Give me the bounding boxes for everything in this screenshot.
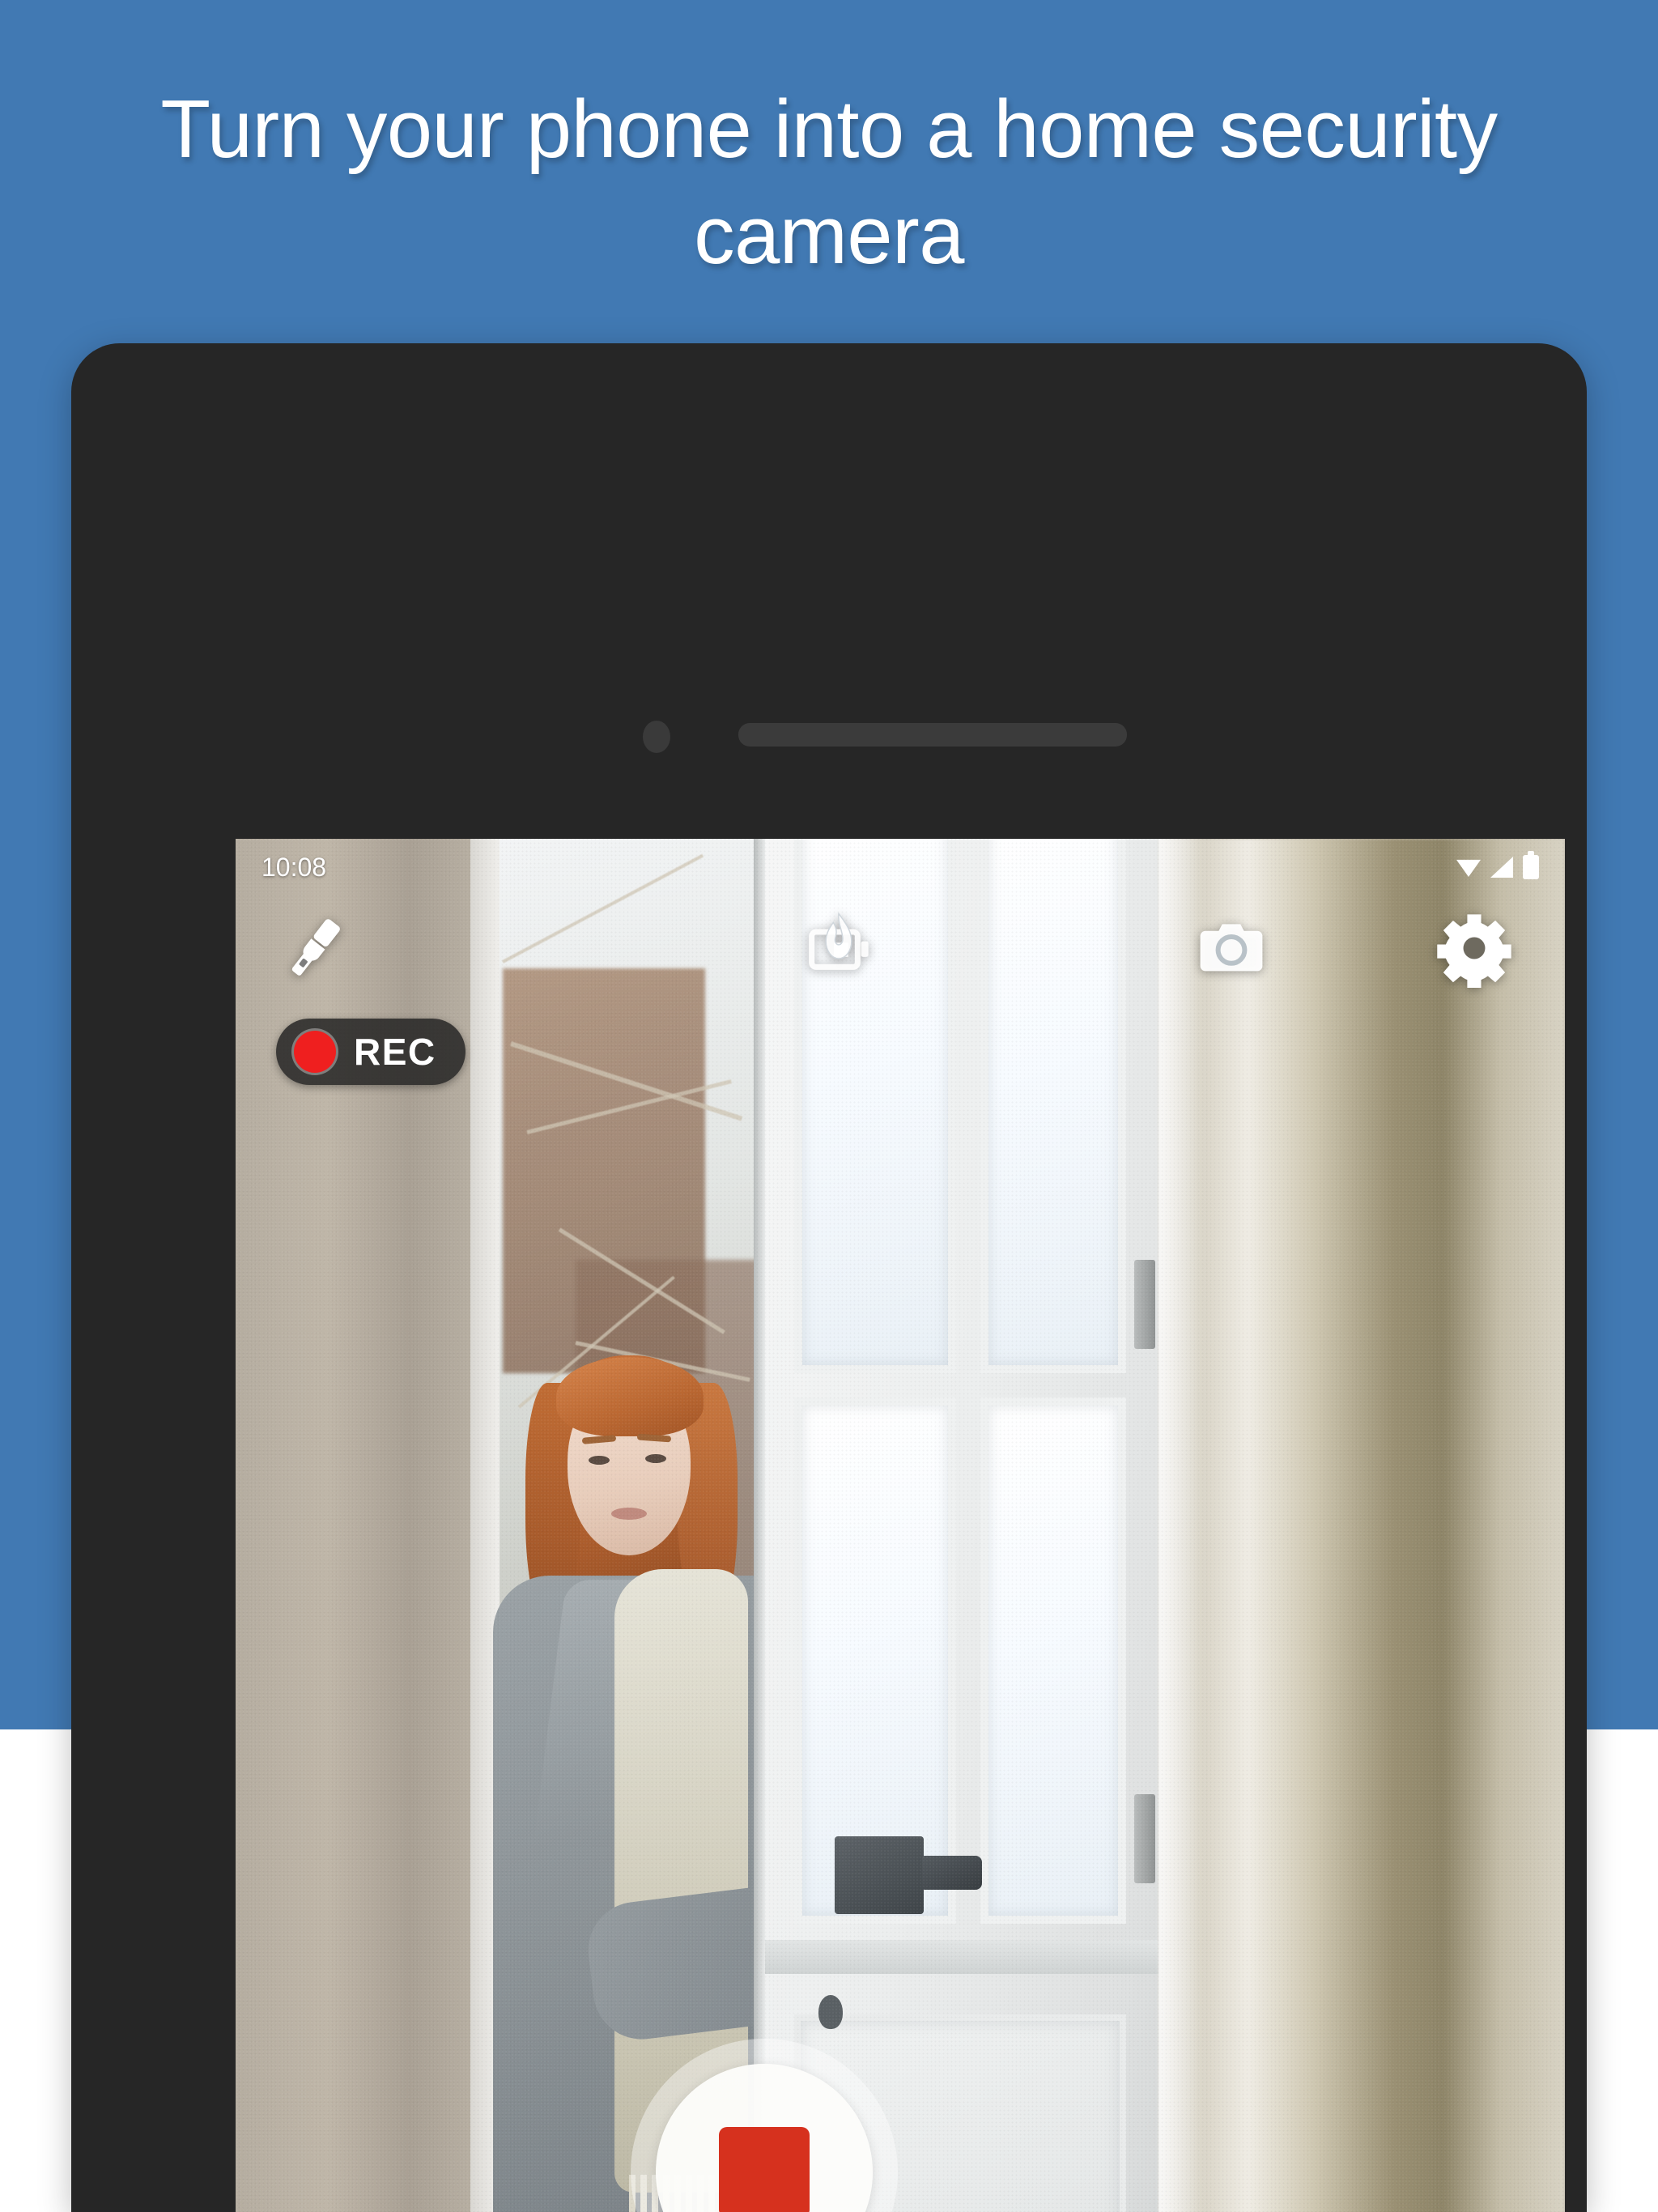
motion-detection-toggle-button[interactable]	[786, 904, 891, 993]
flame-icon	[809, 912, 869, 970]
recording-status-label: REC	[354, 1031, 436, 1073]
recording-status-badge: REC	[276, 1019, 466, 1085]
camera-icon	[1200, 924, 1263, 972]
gear-icon	[1437, 914, 1511, 988]
shutter-inner-circle	[656, 2064, 873, 2212]
stop-square-icon	[719, 2127, 810, 2212]
device-frame: 10:08 REC	[71, 343, 1587, 2212]
record-indicator-dot	[294, 1031, 336, 1073]
cellular-signal-icon	[1490, 857, 1513, 878]
earpiece-speaker	[738, 723, 1127, 747]
page-title: Turn your phone into a home security cam…	[160, 84, 1498, 282]
settings-button[interactable]	[1422, 904, 1527, 993]
battery-icon	[1523, 851, 1539, 879]
flashlight-toggle-button[interactable]	[266, 904, 363, 993]
front-camera-icon	[643, 721, 670, 753]
flashlight-icon	[291, 919, 340, 976]
screenshot-root: Turn your phone into a home security cam…	[0, 0, 1658, 2212]
snapshot-capture-button[interactable]	[1179, 904, 1284, 993]
device-screen: 10:08 REC	[236, 839, 1565, 2212]
status-time: 10:08	[261, 852, 327, 882]
wifi-icon	[1456, 859, 1481, 877]
status-bar: 10:08	[236, 839, 1565, 895]
